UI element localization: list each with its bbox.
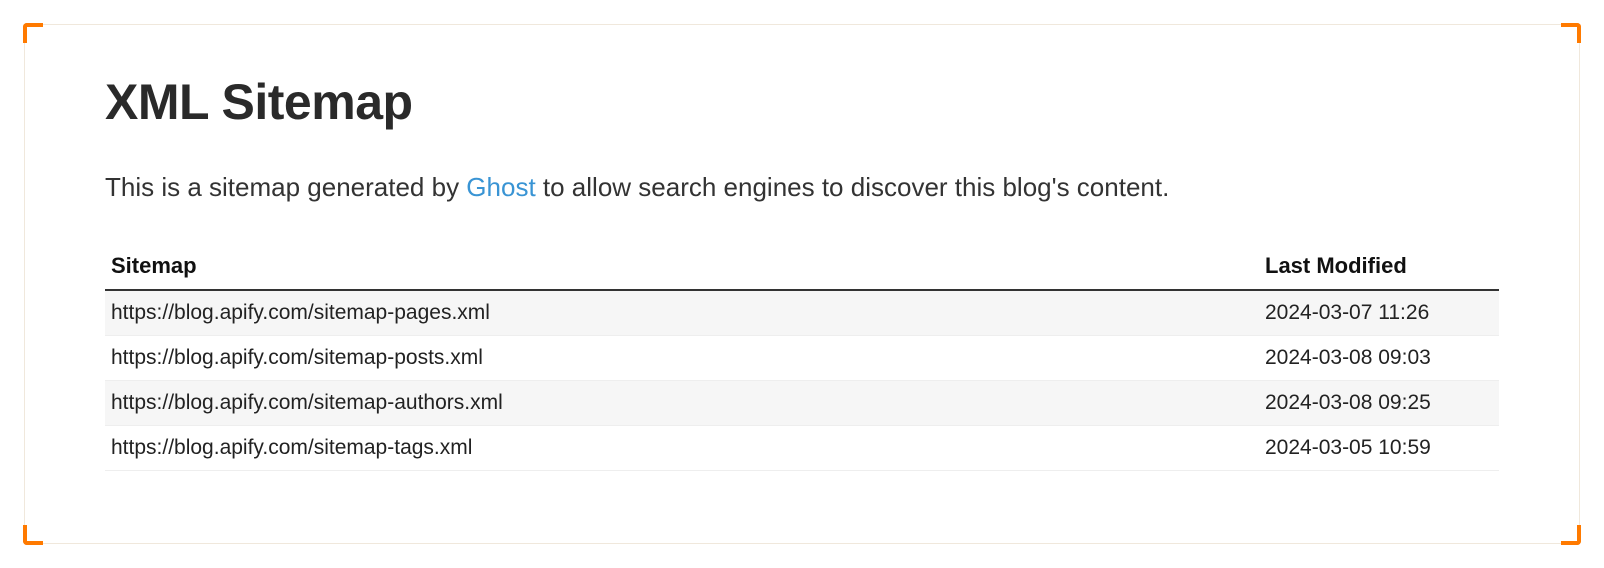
table-row: https://blog.apify.com/sitemap-pages.xml…: [105, 290, 1499, 336]
corner-decoration: [23, 23, 43, 43]
sitemap-url: https://blog.apify.com/sitemap-posts.xml: [105, 336, 1259, 381]
sitemap-panel: XML Sitemap This is a sitemap generated …: [24, 24, 1580, 544]
sitemap-url: https://blog.apify.com/sitemap-authors.x…: [105, 381, 1259, 426]
table-row: https://blog.apify.com/sitemap-tags.xml …: [105, 426, 1499, 471]
sitemap-modified: 2024-03-08 09:03: [1259, 336, 1499, 381]
sitemap-url: https://blog.apify.com/sitemap-tags.xml: [105, 426, 1259, 471]
page-title: XML Sitemap: [105, 73, 1499, 131]
corner-decoration: [1561, 525, 1581, 545]
table-row: https://blog.apify.com/sitemap-posts.xml…: [105, 336, 1499, 381]
sitemap-table: Sitemap Last Modified https://blog.apify…: [105, 245, 1499, 471]
description-text-after: to allow search engines to discover this…: [536, 172, 1170, 202]
col-header-sitemap: Sitemap: [105, 245, 1259, 290]
table-row: https://blog.apify.com/sitemap-authors.x…: [105, 381, 1499, 426]
ghost-link[interactable]: Ghost: [466, 172, 535, 202]
col-header-last-modified: Last Modified: [1259, 245, 1499, 290]
corner-decoration: [1561, 23, 1581, 43]
sitemap-url: https://blog.apify.com/sitemap-pages.xml: [105, 290, 1259, 336]
corner-decoration: [23, 525, 43, 545]
description-text-before: This is a sitemap generated by: [105, 172, 466, 202]
sitemap-modified: 2024-03-08 09:25: [1259, 381, 1499, 426]
sitemap-modified: 2024-03-07 11:26: [1259, 290, 1499, 336]
sitemap-modified: 2024-03-05 10:59: [1259, 426, 1499, 471]
sitemap-description: This is a sitemap generated by Ghost to …: [105, 169, 1499, 205]
